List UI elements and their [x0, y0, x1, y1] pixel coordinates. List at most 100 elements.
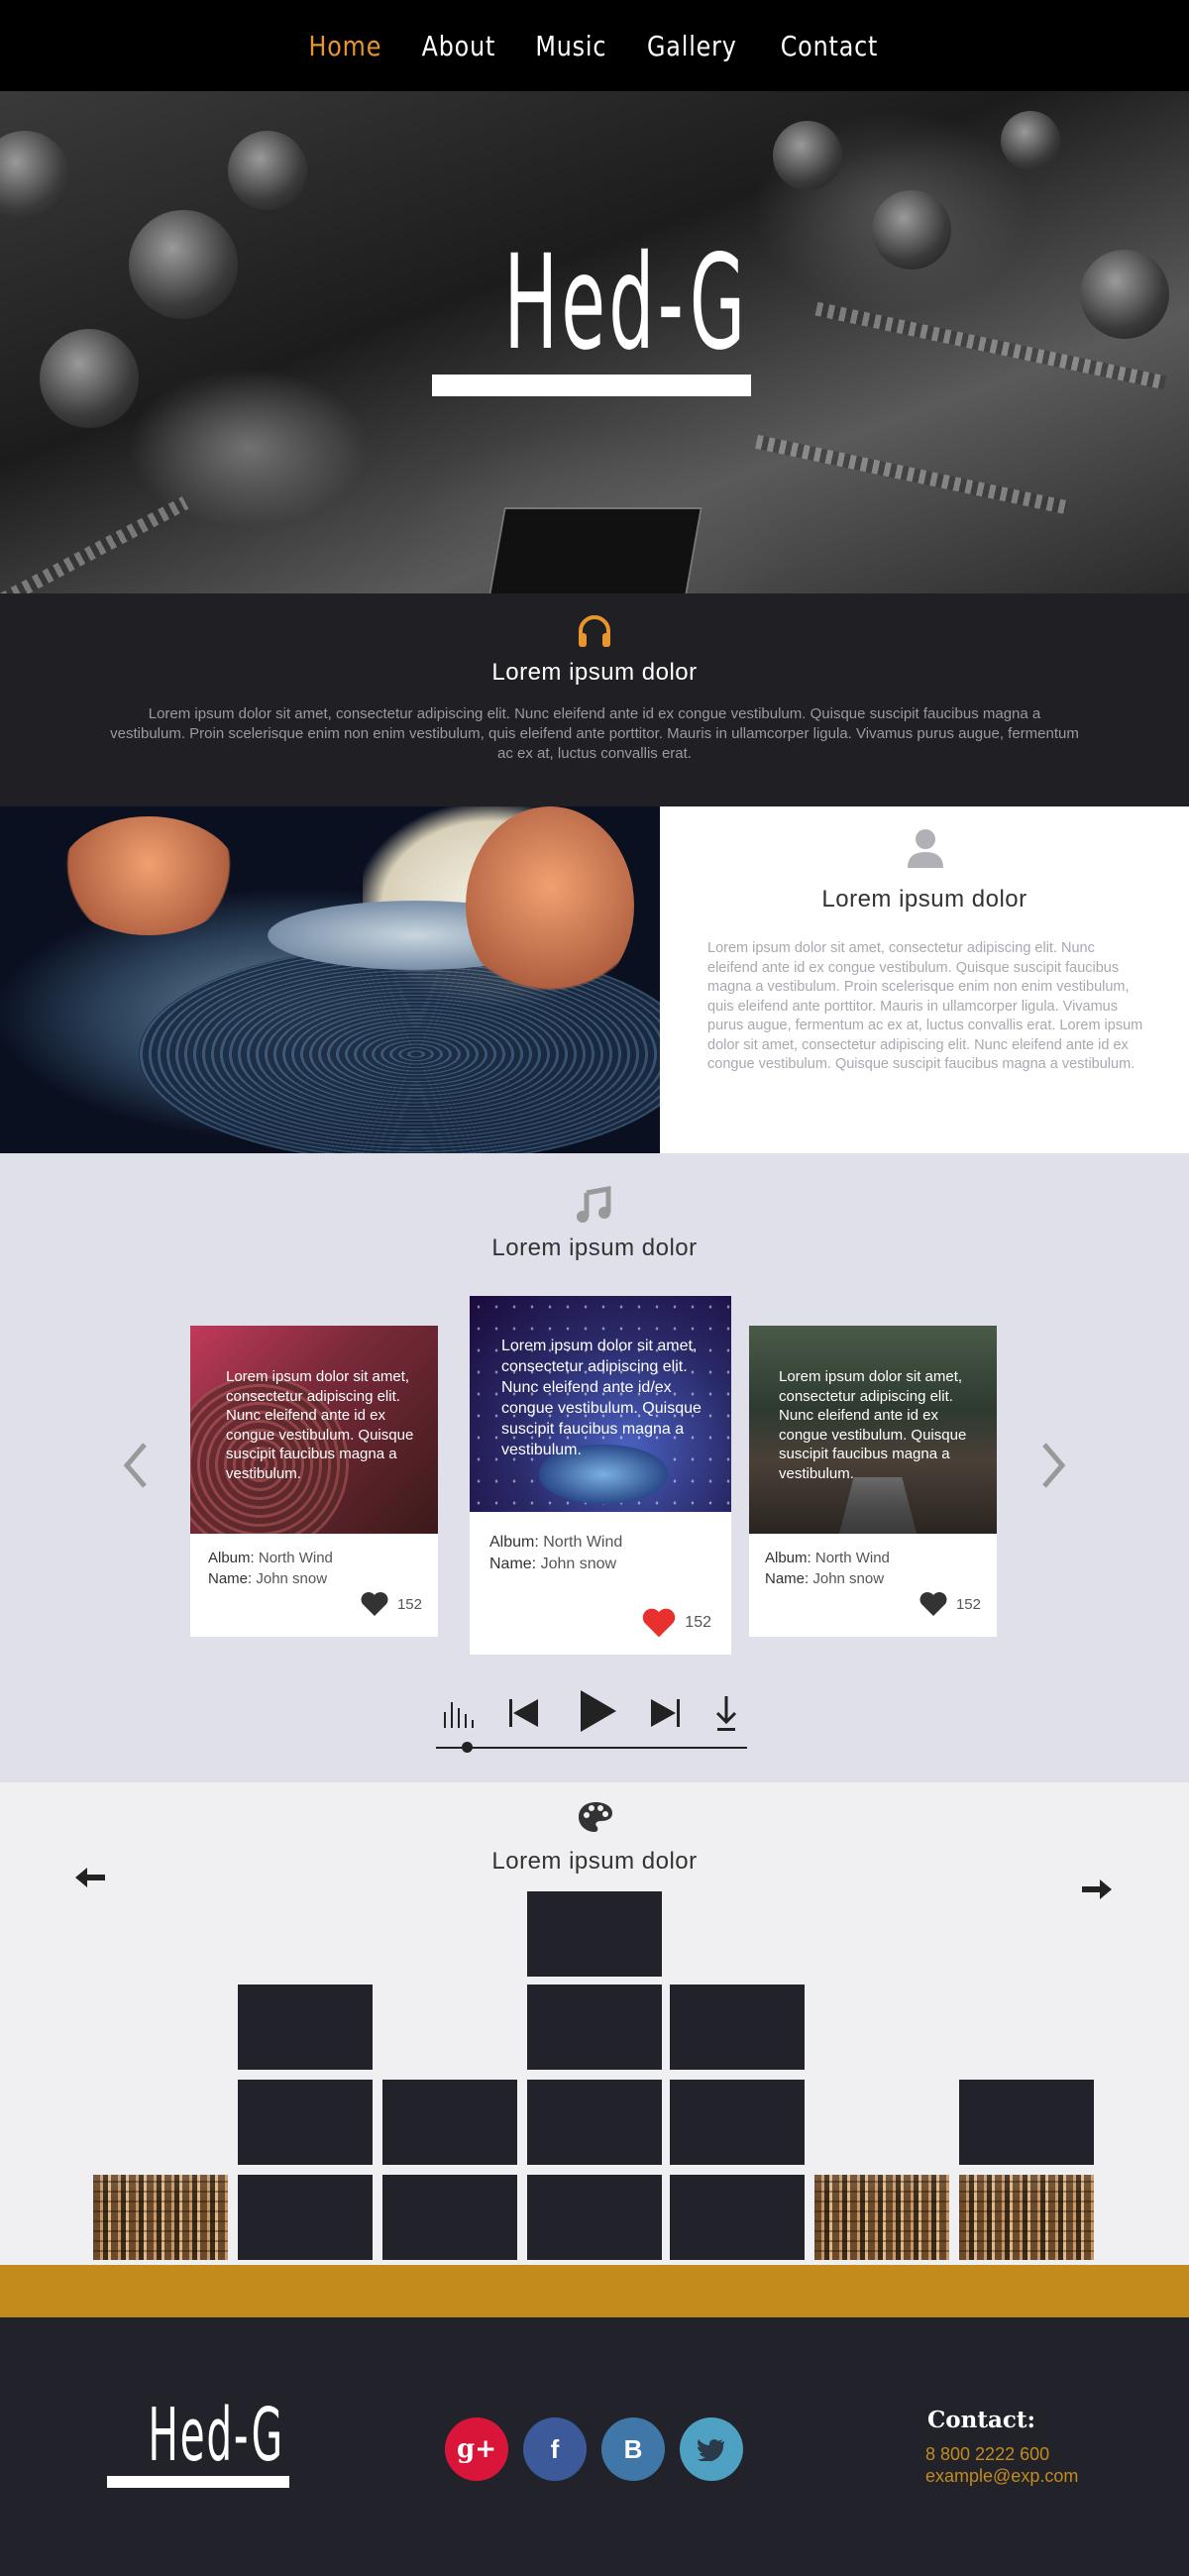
mixer-knob: [0, 131, 69, 220]
heart-icon[interactable]: [360, 1591, 389, 1617]
contact-title: Contact:: [927, 2407, 1036, 2433]
palette-icon: [579, 1802, 612, 1832]
progress-knob[interactable]: [462, 1742, 474, 1753]
gallery-tile[interactable]: [238, 1985, 373, 2070]
intro-text: Lorem ipsum dolor sit amet, consectetur …: [110, 705, 1079, 762]
heart-icon[interactable]: [641, 1607, 677, 1639]
gallery-thumb[interactable]: [93, 2175, 228, 2260]
gallery-tile[interactable]: [527, 1985, 662, 2070]
vk-button[interactable]: B: [601, 2417, 665, 2481]
track-card[interactable]: Lorem ipsum dolor sit amet, consectetur …: [749, 1326, 997, 1637]
download-icon[interactable]: [713, 1694, 739, 1734]
hand-right: [466, 806, 634, 1005]
track-card[interactable]: Lorem ipsum dolor sit amet, consectetur …: [190, 1326, 438, 1637]
card-text: Lorem ipsum dolor sit amet, consectetur …: [226, 1368, 414, 1482]
turntable-photo: [0, 806, 660, 1153]
gallery-tile[interactable]: [670, 1985, 805, 2070]
next-track-icon[interactable]: [648, 1696, 682, 1730]
mixer-stripe: [755, 434, 1068, 515]
album-label: Album:: [765, 1550, 811, 1566]
gallery-prev-icon[interactable]: [73, 1866, 107, 1889]
intro-section: Lorem ipsum dolor Lorem ipsum dolor sit …: [0, 593, 1189, 806]
nav-home[interactable]: Home: [309, 30, 382, 62]
gallery-tile[interactable]: [527, 2175, 662, 2260]
equalizer-icon[interactable]: [440, 1696, 480, 1730]
carousel-next-icon[interactable]: [1038, 1441, 1068, 1490]
mixer-knob: [129, 210, 238, 319]
google-plus-button[interactable]: g+: [445, 2417, 508, 2481]
gallery-section: Lorem ipsum dolor: [0, 1782, 1189, 2265]
progress-track[interactable]: [436, 1747, 747, 1749]
intro-title: Lorem ipsum dolor: [491, 659, 698, 686]
like-control[interactable]: 152: [919, 1591, 981, 1617]
audio-player: [436, 1684, 753, 1754]
name-value: John snow: [812, 1570, 885, 1587]
hero-banner: Hed-G: [0, 91, 1189, 593]
track-card-featured[interactable]: Lorem ipsum dolor sit amet, consectetur …: [470, 1296, 731, 1655]
card-meta: Album: North Wind Name: John snow: [208, 1548, 333, 1589]
music-title: Lorem ipsum dolor: [491, 1234, 698, 1261]
gallery-tile[interactable]: [382, 2080, 517, 2165]
twitter-button[interactable]: [680, 2417, 743, 2481]
album-value: North Wind: [543, 1534, 623, 1551]
contact-phone[interactable]: 8 800 2222 600: [925, 2444, 1049, 2465]
mixer-stripe: [0, 496, 189, 593]
gallery-thumb[interactable]: [814, 2175, 949, 2260]
album-art: Lorem ipsum dolor sit amet, consectetur …: [190, 1326, 438, 1534]
gallery-tile[interactable]: [670, 2175, 805, 2260]
mixer-knob: [773, 121, 842, 190]
gallery-tile[interactable]: [382, 2175, 517, 2260]
like-control[interactable]: 152: [641, 1607, 711, 1639]
footer-logo[interactable]: Hed-G: [107, 2399, 289, 2488]
like-control[interactable]: 152: [360, 1591, 422, 1617]
about-text: Lorem ipsum dolor sit amet, consectetur …: [707, 940, 1143, 1072]
mixer-knob: [872, 190, 951, 269]
gallery-tile[interactable]: [527, 1891, 662, 1977]
gallery-tile[interactable]: [238, 2175, 373, 2260]
hand-left: [59, 816, 238, 935]
logo-text: Hed-G: [503, 227, 749, 379]
card-text: Lorem ipsum dolor sit amet, consectetur …: [779, 1368, 967, 1482]
carousel-prev-icon[interactable]: [121, 1441, 151, 1490]
like-count: 152: [955, 1595, 981, 1613]
heart-icon[interactable]: [919, 1591, 948, 1617]
nav-contact[interactable]: Contact: [781, 30, 879, 62]
previous-track-icon[interactable]: [507, 1696, 541, 1730]
gallery-title: Lorem ipsum dolor: [491, 1848, 698, 1875]
mixer-knob: [40, 329, 139, 428]
card-meta: Album: North Wind Name: John snow: [489, 1532, 622, 1575]
card-meta: Album: North Wind Name: John snow: [765, 1548, 890, 1589]
crossfader: [486, 507, 703, 593]
user-icon: [908, 829, 943, 868]
gallery-tile[interactable]: [238, 2080, 373, 2165]
facebook-button[interactable]: f: [523, 2417, 587, 2481]
name-value: John snow: [540, 1556, 617, 1572]
contact-email[interactable]: example@exp.com: [925, 2466, 1078, 2487]
album-value: North Wind: [258, 1550, 333, 1566]
name-value: John snow: [256, 1570, 328, 1587]
twitter-icon: [697, 2439, 724, 2461]
about-section: Lorem ipsum dolor Lorem ipsum dolor sit …: [660, 806, 1189, 1153]
nav-about[interactable]: About: [421, 30, 495, 62]
gallery-next-icon[interactable]: [1080, 1878, 1114, 1901]
music-note-icon: [577, 1186, 611, 1223]
like-count: 152: [396, 1595, 422, 1613]
play-icon[interactable]: [577, 1688, 618, 1734]
album-art: Lorem ipsum dolor sit amet, consectetur …: [470, 1296, 731, 1512]
gallery-tile[interactable]: [959, 2080, 1094, 2165]
gallery-thumb[interactable]: [959, 2175, 1094, 2260]
footer: Hed-G g+ f B Contact: 8 800 2222 600 exa…: [0, 2317, 1189, 2576]
hero-logo: Hed-G: [432, 238, 751, 396]
vk-icon: B: [623, 2433, 643, 2464]
card-text: Lorem ipsum dolor sit amet, consectetur …: [501, 1338, 702, 1458]
nav-gallery[interactable]: Gallery: [647, 30, 737, 62]
facebook-icon: f: [550, 2433, 560, 2464]
google-plus-icon: g+: [457, 2434, 496, 2464]
mixer-knob: [1080, 250, 1169, 339]
gallery-tile[interactable]: [527, 2080, 662, 2165]
nav-music[interactable]: Music: [535, 30, 606, 62]
gallery-tile[interactable]: [670, 2080, 805, 2165]
name-label: Name:: [208, 1570, 253, 1587]
name-label: Name:: [765, 1570, 810, 1587]
road-shape: [838, 1476, 918, 1534]
